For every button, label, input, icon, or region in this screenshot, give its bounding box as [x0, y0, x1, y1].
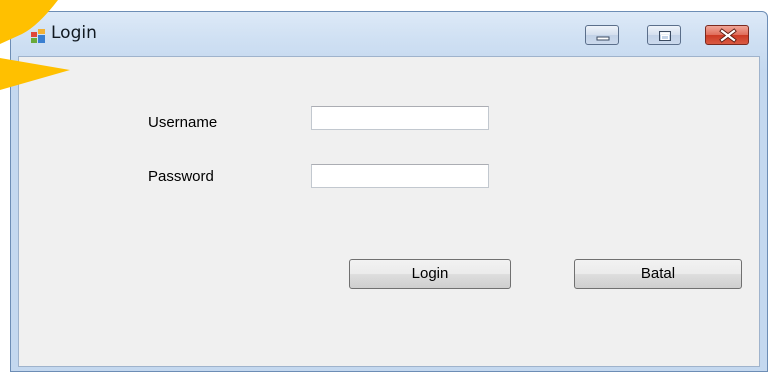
close-icon: [719, 28, 737, 43]
username-label: Username: [148, 114, 218, 131]
username-input[interactable]: [311, 106, 489, 130]
screen: Login Username Password Login Batal: [0, 0, 770, 375]
login-window: Login Username Password Login Batal: [10, 11, 768, 372]
minimize-icon: [596, 36, 610, 41]
maximize-icon: [659, 31, 671, 41]
password-input[interactable]: [311, 164, 489, 188]
close-button[interactable]: [705, 25, 749, 45]
window-title: Login: [51, 23, 97, 43]
minimize-button[interactable]: [585, 25, 619, 45]
cancel-button[interactable]: Batal: [574, 259, 742, 289]
login-button[interactable]: Login: [349, 259, 511, 289]
maximize-button[interactable]: [647, 25, 681, 45]
form-client-area: Username Password Login Batal: [18, 56, 760, 367]
form-icon: [31, 29, 45, 43]
password-label: Password: [148, 168, 214, 185]
title-bar[interactable]: Login: [11, 12, 767, 56]
